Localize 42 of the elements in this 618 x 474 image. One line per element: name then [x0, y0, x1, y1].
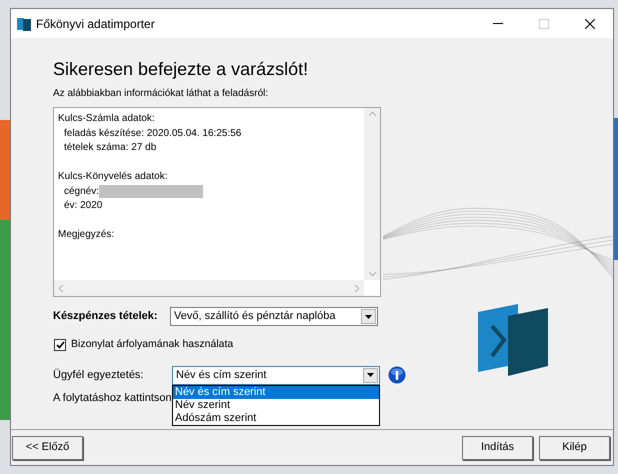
scroll-down-icon: [368, 272, 376, 276]
horizontal-scrollbar[interactable]: [54, 280, 364, 296]
scroll-up-icon: [368, 112, 376, 116]
summary-line: év: 2020: [63, 199, 104, 213]
cash-items-dropdown[interactable]: Vevő, szállító és pénztár naplóba: [170, 307, 378, 326]
minimize-icon: [493, 23, 503, 24]
client-matching-label: Ügyfél egyeztetés:: [53, 368, 144, 383]
dropdown-arrow-button[interactable]: [361, 309, 376, 324]
dropdown-value: Név és cím szerint: [176, 368, 268, 383]
info-icon[interactable]: [388, 366, 406, 384]
client-matching-dropdown[interactable]: Név és cím szerint: [172, 366, 380, 385]
checkbox-label: Bizonylat árfolyamának használata: [71, 337, 234, 352]
book-logo-icon: [478, 304, 548, 376]
wizard-heading: Sikeresen befejezte a varázslót!: [53, 58, 310, 80]
wizard-subheading: Az alábbiakban információkat láthat a feladásról:: [53, 87, 270, 101]
close-icon: [585, 18, 595, 28]
dropdown-option[interactable]: Név és cím szerint: [173, 386, 379, 399]
summary-heading: Kulcs-Számla adatok:: [58, 112, 156, 126]
scroll-left-icon: [59, 284, 63, 292]
exit-button[interactable]: Kilép: [539, 436, 610, 460]
summary-heading: Kulcs-Könyvelés adatok:: [58, 170, 169, 184]
back-button[interactable]: << Előző: [12, 436, 83, 460]
vertical-scrollbar[interactable]: [364, 108, 380, 280]
summary-line: feladás készítése: 2020.05.04. 16:25:56: [63, 126, 242, 140]
summary-line: tételek száma: 27 db: [63, 141, 158, 155]
checkmark-icon: [56, 340, 64, 349]
scroll-right-icon: [355, 284, 359, 292]
maximize-icon: [539, 18, 549, 28]
start-button[interactable]: Indítás: [462, 436, 533, 460]
dropdown-option[interactable]: Név szerint: [173, 398, 379, 412]
caret-icon: [365, 314, 372, 318]
window-title: Főkönyvi adatimporter: [36, 16, 155, 32]
summary-heading: Megjegyzés:: [58, 228, 116, 242]
dropdown-option[interactable]: Adószám szerint: [173, 412, 379, 425]
continue-hint: A folytatáshoz kattintson: [53, 390, 172, 406]
dropdown-arrow-button[interactable]: [363, 368, 378, 383]
app-logo-icon: [17, 16, 31, 30]
summary-line: cégnév:: [64, 184, 100, 198]
cash-items-label: Készpénzes tételek:: [53, 309, 159, 324]
dropdown-value: Vevő, szállító és pénztár naplóba: [174, 309, 336, 324]
checkbox[interactable]: [54, 338, 66, 351]
caret-icon: [367, 373, 374, 378]
